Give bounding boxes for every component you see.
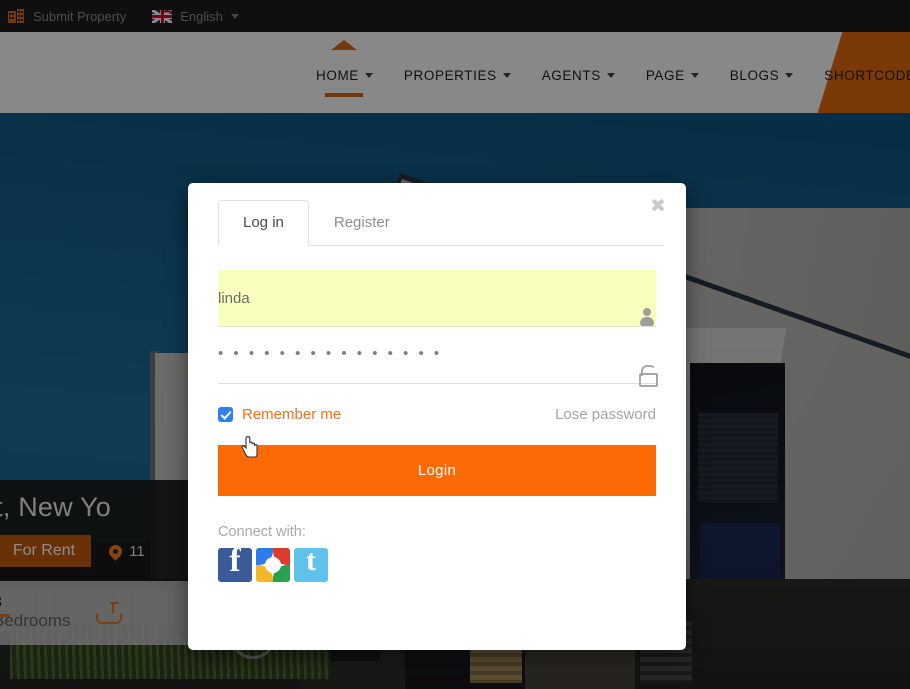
user-icon	[638, 308, 656, 326]
tab-register[interactable]: Register	[309, 200, 415, 246]
remember-me-checkbox[interactable]	[218, 407, 233, 422]
remember-me-label: Remember me	[242, 406, 342, 423]
login-button[interactable]: Login	[218, 445, 656, 496]
modal-tabs: Log in Register	[218, 200, 664, 246]
password-field-wrapper: • • • • • • • • • • • • • • •	[218, 327, 658, 387]
connect-with-label: Connect with:	[218, 524, 306, 540]
social-login-row	[218, 548, 656, 582]
tab-login[interactable]: Log in	[218, 200, 309, 246]
remember-me-control[interactable]: Remember me	[218, 406, 341, 423]
lose-password-link[interactable]: Lose password	[555, 406, 656, 423]
google-plus-icon[interactable]	[256, 548, 290, 582]
page-root: h St, New Yo nth For Rent 11 3 Bedrooms	[0, 0, 910, 689]
password-input[interactable]: • • • • • • • • • • • • • • •	[218, 345, 638, 365]
remember-row: Remember me Lose password	[218, 406, 656, 423]
login-form: • • • • • • • • • • • • • • • Remember m…	[218, 270, 658, 582]
facebook-icon[interactable]	[218, 548, 252, 582]
login-modal: ✖ Log in Register • • • • • • • • • • • …	[188, 183, 686, 650]
username-field-wrapper	[218, 270, 656, 327]
username-input[interactable]	[218, 289, 638, 307]
twitter-icon[interactable]	[294, 548, 328, 582]
lock-icon	[638, 365, 658, 387]
